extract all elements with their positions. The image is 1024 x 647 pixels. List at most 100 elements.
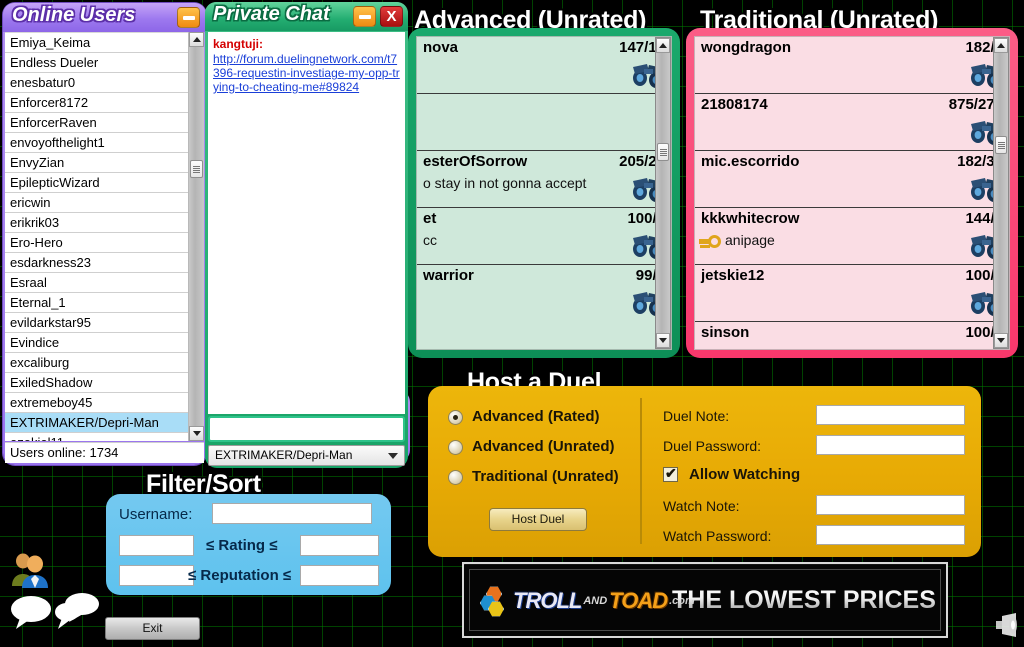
duel-note-text: cc — [423, 232, 437, 248]
duel-password-label: Duel Password: — [663, 438, 762, 454]
minimize-icon[interactable] — [353, 6, 376, 27]
online-user-row[interactable]: Eternal_1 — [5, 293, 204, 313]
duel-host-name: warrior — [423, 267, 474, 284]
online-user-row[interactable]: envoyofthelight1 — [5, 133, 204, 153]
duel-row[interactable]: nova 147/14 — [417, 37, 671, 94]
duel-row[interactable]: esterOfSorrow 205/22 o stay in not gonna a… — [417, 151, 671, 208]
online-users-scrollbar[interactable] — [188, 32, 204, 441]
duel-host-name: 21808174 — [701, 96, 768, 113]
scrollbar-track[interactable] — [994, 53, 1008, 333]
advanced-list-scrollbar[interactable] — [655, 37, 671, 349]
host-duel-button[interactable]: Host Duel — [489, 508, 587, 531]
key-icon — [699, 235, 721, 248]
private-chat-titlebar[interactable]: Private Chat X — [205, 2, 408, 31]
online-user-row[interactable]: EpilepticWizard — [5, 173, 204, 193]
username-input[interactable] — [212, 503, 372, 524]
online-user-row[interactable]: excaliburg — [5, 353, 204, 373]
duel-row[interactable]: kkkwhitecrow 144/9 anipage — [695, 208, 1009, 265]
watch-note-label: Watch Note: — [663, 498, 740, 514]
minimize-icon[interactable] — [177, 7, 200, 28]
private-chat-recipient-select[interactable]: EXTRIMAKER/Depri-Man — [208, 445, 405, 466]
duel-password-input[interactable] — [816, 435, 965, 455]
reputation-max-input[interactable] — [300, 565, 379, 586]
duel-row[interactable]: mic.escorrido 182/35 — [695, 151, 1009, 208]
online-user-row[interactable]: Emiya_Keima — [5, 33, 204, 53]
online-user-row[interactable]: erikrik03 — [5, 213, 204, 233]
duel-note-input[interactable] — [816, 405, 965, 425]
radio-label: Traditional (Unrated) — [472, 468, 619, 485]
exit-button[interactable]: Exit — [105, 617, 200, 640]
advanced-duel-list[interactable]: nova 147/14 esterOfSorrow 205/22 o stay in n… — [416, 36, 672, 350]
advertisement-banner[interactable]: TROLL AND TOAD .com THE LOWEST PRICES — [462, 562, 948, 638]
watch-password-input[interactable] — [816, 525, 965, 545]
scroll-up-arrow-icon[interactable] — [656, 38, 670, 53]
scroll-down-arrow-icon[interactable] — [656, 333, 670, 348]
users-online-count: Users online: 1734 — [5, 442, 204, 463]
online-user-row[interactable]: enesbatur0 — [5, 73, 204, 93]
checkbox-checked-icon — [663, 465, 678, 482]
online-user-row[interactable]: ezekiel11 — [5, 433, 204, 441]
close-icon[interactable]: X — [380, 6, 403, 27]
scrollbar-track[interactable] — [189, 47, 204, 426]
speech-bubble-icon[interactable] — [10, 595, 52, 629]
online-user-row[interactable]: Endless Dueler — [5, 53, 204, 73]
online-user-row[interactable]: Ero-Hero — [5, 233, 204, 253]
scrollbar-track[interactable] — [656, 53, 670, 333]
rating-range-label: ≤ Rating ≤ — [206, 537, 278, 554]
online-user-row[interactable]: evildarkstar95 — [5, 313, 204, 333]
radio-label: Advanced (Unrated) — [472, 438, 615, 455]
online-user-row[interactable]: ExiledShadow — [5, 373, 204, 393]
duel-note-label: Duel Note: — [663, 408, 730, 424]
duel-row[interactable]: 21808174 875/270 — [695, 94, 1009, 151]
scroll-down-arrow-icon[interactable] — [189, 426, 204, 441]
online-user-row[interactable]: EnforcerRaven — [5, 113, 204, 133]
speech-bubbles-icon[interactable] — [54, 592, 100, 630]
rating-max-input[interactable] — [300, 535, 379, 556]
reputation-min-input[interactable] — [119, 565, 194, 586]
scroll-up-arrow-icon[interactable] — [994, 38, 1008, 53]
ad-brand-and: AND — [583, 595, 608, 607]
online-user-row[interactable]: EnvyZian — [5, 153, 204, 173]
duel-host-name: kkkwhitecrow — [701, 210, 800, 227]
allow-watching-label: Allow Watching — [689, 466, 801, 483]
scrollbar-thumb[interactable] — [190, 160, 203, 178]
duel-row[interactable]: jetskie12 100/0 — [695, 265, 1009, 322]
ad-brand-toad: TOAD — [609, 588, 668, 613]
online-user-row[interactable]: Evindice — [5, 333, 204, 353]
duel-row[interactable]: sinson 100/0 — [695, 322, 1009, 349]
scroll-down-arrow-icon[interactable] — [994, 333, 1008, 348]
users-group-icon[interactable] — [10, 552, 54, 588]
private-chat-log: kangtuji: http://forum.duelingnetwork.co… — [208, 32, 405, 414]
duel-row[interactable]: wongdragon 182/3 — [695, 37, 1009, 94]
online-user-row[interactable]: extremeboy45 — [5, 393, 204, 413]
duel-row[interactable]: warrior 99/0 — [417, 265, 671, 322]
online-user-row[interactable]: Enforcer8172 — [5, 93, 204, 113]
traditional-unrated-panel: wongdragon 182/3 21808174 875/270 mic.escorr… — [686, 28, 1018, 358]
online-user-row[interactable]: EXTRIMAKER/Depri-Man — [5, 413, 204, 433]
scrollbar-thumb[interactable] — [657, 143, 669, 161]
duel-row[interactable] — [417, 94, 671, 151]
duel-row[interactable]: et 100/3 cc — [417, 208, 671, 265]
online-users-titlebar[interactable]: Online Users — [3, 3, 206, 32]
duel-host-name: jetskie12 — [701, 267, 765, 284]
watch-password-label: Watch Password: — [663, 528, 772, 544]
online-user-row[interactable]: ericwin — [5, 193, 204, 213]
online-user-row[interactable]: Esraal — [5, 273, 204, 293]
chevron-down-icon — [388, 453, 398, 459]
chat-message-link[interactable]: http://forum.duelingnetwork.com/t7396-re… — [213, 52, 401, 94]
private-chat-input[interactable] — [208, 416, 405, 442]
scrollbar-thumb[interactable] — [995, 136, 1007, 154]
rating-min-input[interactable] — [119, 535, 194, 556]
duel-note-text: anipage — [699, 232, 775, 248]
traditional-duel-list[interactable]: wongdragon 182/3 21808174 875/270 mic.escorr… — [694, 36, 1010, 350]
online-users-list[interactable]: Emiya_Keima Endless Dueler enesbatur0 Enfor… — [5, 32, 204, 441]
speaker-icon[interactable] — [992, 612, 1020, 638]
ad-brand-troll: TROLL — [513, 588, 582, 613]
online-user-row[interactable]: esdarkness23 — [5, 253, 204, 273]
online-users-window: Online Users Emiya_Keima Endless Dueler en… — [3, 3, 206, 465]
radio-dot-icon — [448, 440, 463, 455]
scroll-up-arrow-icon[interactable] — [189, 32, 204, 47]
duel-host-name: esterOfSorrow — [423, 153, 528, 170]
traditional-list-scrollbar[interactable] — [993, 37, 1009, 349]
watch-note-input[interactable] — [816, 495, 965, 515]
